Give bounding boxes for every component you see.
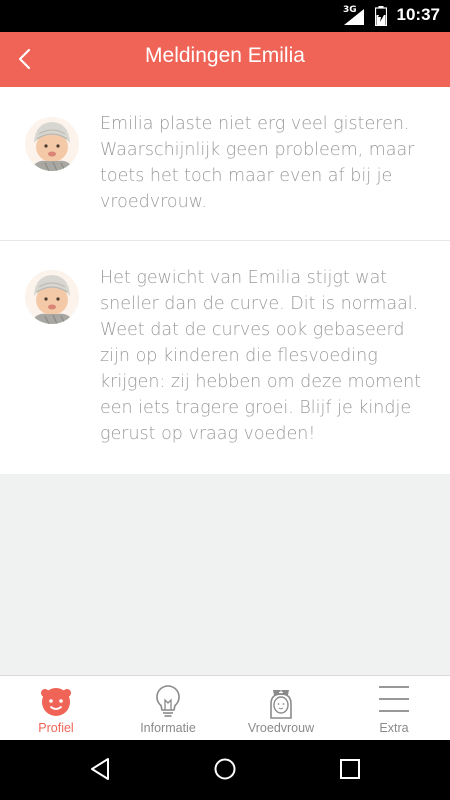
- clock: 10:37: [396, 5, 440, 24]
- notification-text: Het gewicht van Emilia stijgt wat snelle…: [100, 268, 422, 444]
- notification-list: Emilia plaste niet erg veel gisteren. Wa…: [0, 87, 450, 474]
- page-title: Meldingen Emilia: [145, 44, 305, 67]
- notification-text: Emilia plaste niet erg veel gisteren. Wa…: [100, 114, 415, 212]
- tab-vroedvrouw[interactable]: Vroedvrouw: [225, 676, 337, 741]
- tab-label: Informatie: [140, 721, 196, 735]
- tab-label: Profiel: [38, 721, 74, 735]
- notification-item[interactable]: Emilia plaste niet erg veel gisteren. Wa…: [0, 87, 450, 241]
- baby-avatar: [25, 270, 79, 324]
- menu-icon: [379, 686, 409, 712]
- status-bar: 3G 10:37: [0, 0, 450, 32]
- tab-label: Vroedvrouw: [247, 721, 315, 735]
- baby-avatar: [25, 117, 79, 171]
- lightbulb-icon: [156, 685, 180, 717]
- signal-icon: [344, 9, 364, 25]
- tab-profiel[interactable]: Profiel: [0, 676, 112, 741]
- battery-icon: [375, 6, 387, 26]
- notification-item[interactable]: Het gewicht van Emilia stijgt wat snelle…: [0, 241, 450, 474]
- tab-informatie[interactable]: Informatie: [112, 676, 224, 741]
- app-bar: Meldingen Emilia: [0, 32, 450, 87]
- nurse-icon: [270, 690, 292, 719]
- back-icon[interactable]: [88, 756, 112, 782]
- system-navigation-bar: [0, 740, 450, 800]
- recent-apps-icon[interactable]: [338, 756, 362, 782]
- home-icon[interactable]: [213, 756, 237, 782]
- baby-face-icon: [41, 688, 71, 716]
- tab-extra[interactable]: Extra: [338, 676, 450, 741]
- bottom-navigation: Profiel Informatie Vroedvrouw Extra: [0, 675, 450, 740]
- tab-label: Extra: [379, 721, 409, 735]
